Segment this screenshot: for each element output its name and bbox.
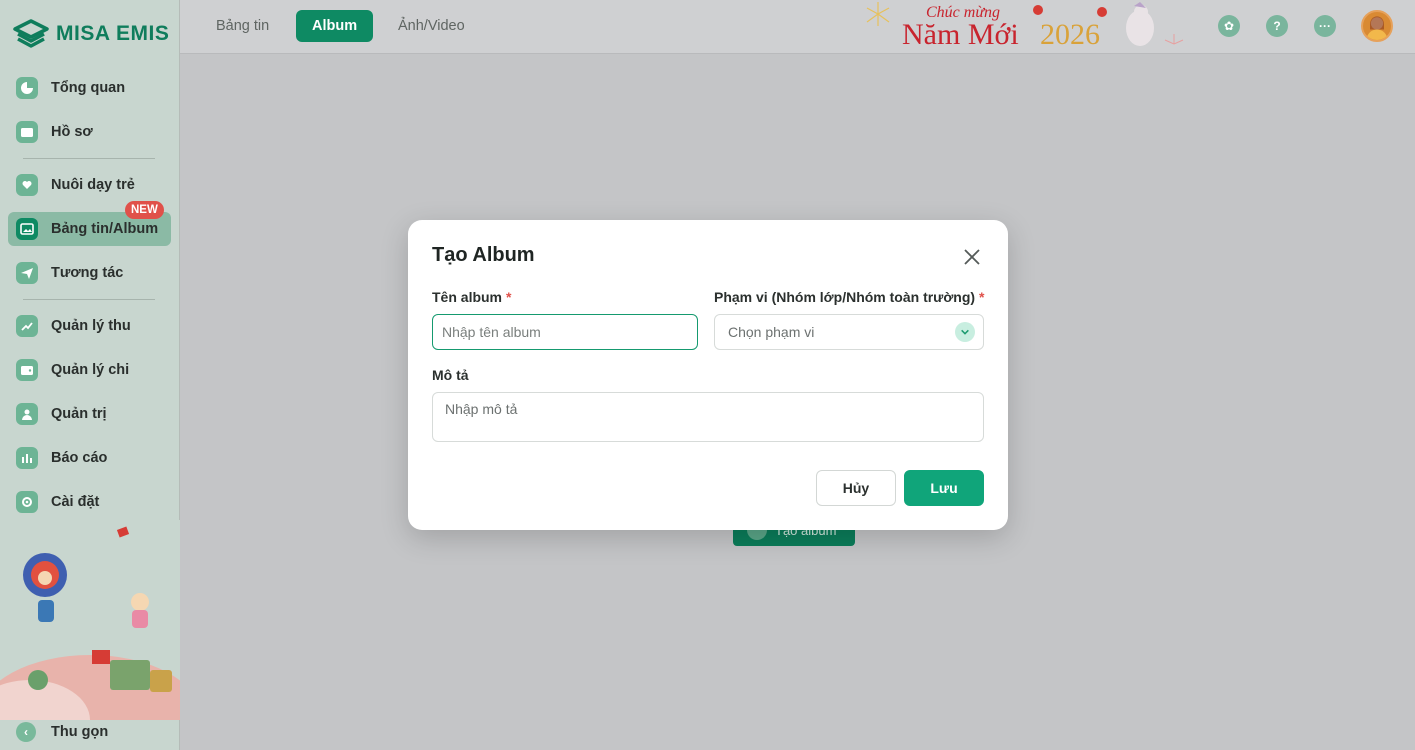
sidebar-item-quan-ly-thu[interactable]: Quản lý thu: [8, 309, 171, 343]
sidebar-item-label: Quản lý chi: [51, 362, 130, 378]
sidebar-divider: [23, 299, 155, 300]
scope-select-placeholder: Chọn phạm vi: [728, 324, 815, 340]
help-icon[interactable]: ?: [1266, 15, 1288, 37]
new-badge: NEW: [125, 201, 164, 219]
admin-icon: [16, 403, 38, 425]
trend-icon: [16, 315, 38, 337]
create-album-dialog: Tạo Album Tên album* Phạm vi (Nhóm lớp/N…: [408, 220, 1008, 530]
sidebar-item-quan-tri[interactable]: Quản trị: [8, 397, 171, 431]
save-button[interactable]: Lưu: [904, 470, 984, 506]
settings-icon: [16, 491, 38, 513]
sidebar-item-label: Tương tác: [51, 265, 124, 281]
sidebar-item-label: Hồ sơ: [51, 124, 93, 140]
sidebar-item-ho-so[interactable]: Hồ sơ: [8, 115, 171, 149]
sidebar-item-bao-cao[interactable]: Báo cáo: [8, 441, 171, 475]
new-year-banner: Chúc mừng Năm Mới 2026: [866, 2, 1184, 51]
scope-label: Phạm vi (Nhóm lớp/Nhóm toàn trường) *: [714, 289, 985, 305]
banner-year: 2026: [1040, 18, 1100, 51]
sidebar-item-label: Cài đặt: [51, 494, 100, 510]
sidebar-item-label: Tổng quan: [51, 80, 126, 96]
collapse-label: Thu gọn: [51, 724, 109, 740]
logo-text: MISA EMIS: [56, 22, 170, 45]
description-label: Mô tả: [432, 367, 469, 383]
sidebar-item-cai-dat[interactable]: Cài đặt: [8, 485, 171, 519]
pie-chart-icon: [16, 77, 38, 99]
avatar[interactable]: [1361, 10, 1393, 42]
top-bar: Bảng tin Album Ảnh/Video Chúc mừng Năm M…: [180, 0, 1415, 54]
sidebar-divider: [23, 158, 155, 159]
sidebar-item-label: Quản trị: [51, 406, 107, 422]
more-icon[interactable]: ···: [1314, 15, 1336, 37]
required-mark: *: [979, 289, 985, 305]
chevron-left-icon: ‹: [16, 722, 36, 742]
sidebar-item-tuong-tac[interactable]: Tương tác: [8, 256, 171, 290]
album-name-input[interactable]: [432, 314, 698, 350]
wallet-icon: [16, 359, 38, 381]
banner-line2: Năm Mới: [902, 18, 1019, 51]
description-textarea[interactable]: [432, 392, 984, 442]
required-mark: *: [506, 289, 512, 305]
sidebar-item-quan-ly-chi[interactable]: Quản lý chi: [8, 353, 171, 387]
bar-chart-icon: [16, 447, 38, 469]
tet-illustration: [0, 520, 180, 720]
sidebar-item-nuoi-day-tre[interactable]: Nuôi dạy trẻ: [8, 168, 171, 202]
cancel-button[interactable]: Hủy: [816, 470, 896, 506]
scope-select[interactable]: Chọn phạm vi: [714, 314, 984, 350]
logo[interactable]: MISA EMIS: [12, 18, 169, 50]
tab-bang-tin[interactable]: Bảng tin: [200, 10, 285, 42]
sidebar-item-label: Quản lý thu: [51, 318, 131, 334]
sidebar-item-label: Nuôi dạy trẻ: [51, 177, 135, 193]
tab-album[interactable]: Album: [296, 10, 374, 42]
dialog-title: Tạo Album: [432, 244, 535, 266]
album-name-label: Tên album *: [432, 289, 512, 305]
sidebar-item-label: Bảng tin/Album: [51, 221, 159, 237]
folder-icon: [16, 121, 38, 143]
flower-icon[interactable]: ✿: [1218, 15, 1240, 37]
send-icon: [16, 262, 38, 284]
home-heart-icon: [16, 174, 38, 196]
sidebar-item-tong-quan[interactable]: Tổng quan: [8, 71, 171, 105]
misa-logo-icon: [13, 19, 49, 48]
collapse-sidebar-button[interactable]: ‹ Thu gọn: [16, 722, 108, 742]
close-icon[interactable]: [961, 246, 983, 268]
tab-anh-video[interactable]: Ảnh/Video: [382, 10, 481, 42]
user-avatar-image: [1366, 16, 1388, 40]
chevron-down-icon: [955, 322, 975, 342]
image-icon: [16, 218, 38, 240]
sidebar-item-label: Báo cáo: [51, 450, 108, 466]
sidebar: MISA EMIS Tổng quan Hồ sơ Nuôi dạy trẻ B…: [0, 0, 180, 750]
